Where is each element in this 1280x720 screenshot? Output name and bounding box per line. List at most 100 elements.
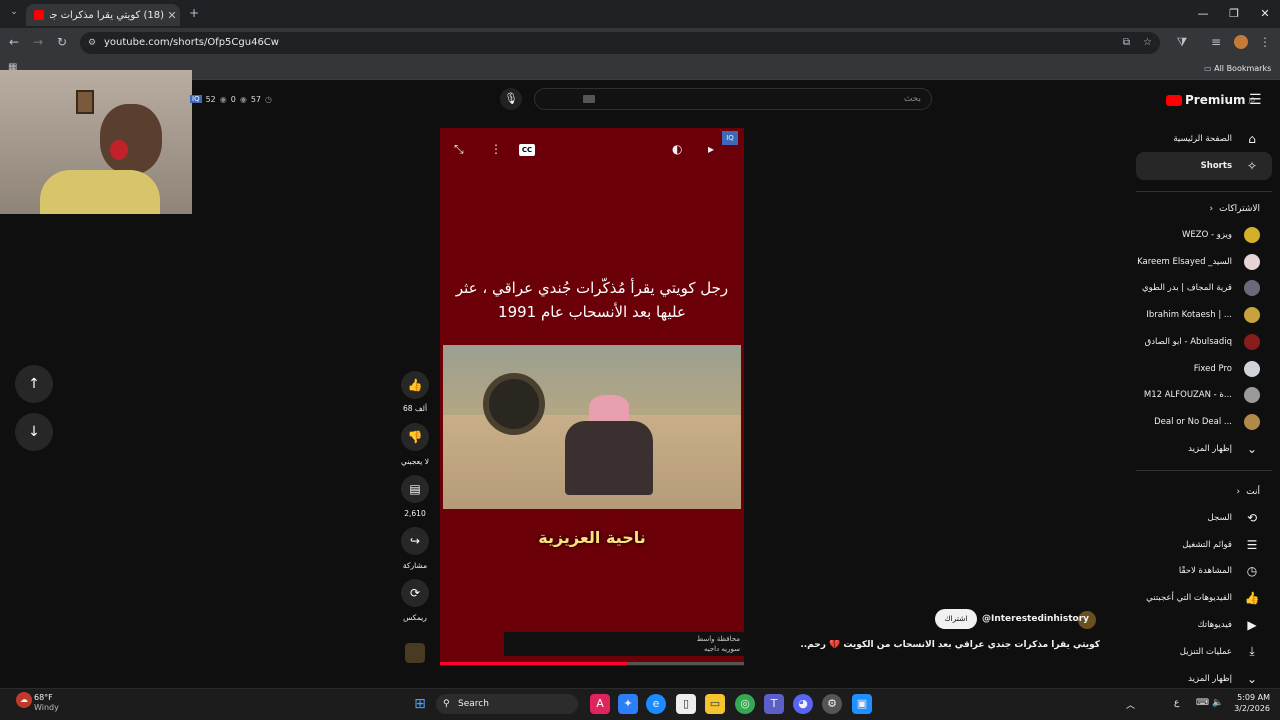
subscribe-button[interactable]: اشتراك (935, 609, 977, 629)
sidebar-item-home[interactable]: الصفحة الرئيسية ⌂ (1120, 126, 1260, 152)
truck-wheel (483, 373, 545, 435)
taskbar-search[interactable]: ⚲ Search (436, 694, 578, 714)
comments-button[interactable]: ▤ (401, 475, 429, 503)
app-a-icon[interactable]: A (590, 694, 610, 714)
extensions-icon[interactable]: ⧩ (1174, 35, 1190, 50)
you-header[interactable]: › أنت (1120, 479, 1260, 505)
tab-search-icon[interactable]: ⌄ (6, 7, 22, 17)
chrome-menu-icon[interactable]: ⋮ (1258, 35, 1272, 49)
keyboard-icon[interactable] (583, 95, 595, 103)
address-bar[interactable]: ⚙ youtube.com/shorts/Ofp5Cgu46Cw ⧉ ☆ (80, 32, 1160, 54)
arrow-up-icon: ↑ (28, 376, 40, 392)
network-icon[interactable]: ⌨ (1196, 698, 1209, 708)
sidebar-channel-item[interactable]: Ibrahim Kotaesh | ... (1120, 302, 1260, 328)
channel-avatar-icon (1244, 387, 1260, 404)
progress-track[interactable] (440, 662, 744, 665)
sidebar-you-item[interactable]: الفيديوهات التي أعجبتني 👍 (1120, 585, 1260, 611)
input-language[interactable]: ع (1174, 698, 1179, 708)
overlay-line2: سوريه داجيه (703, 645, 740, 653)
tab-title: (18) كويتي يقرأ مذكرات جندي عراقي (50, 9, 164, 21)
volume-tray-icon[interactable]: 🔈 (1212, 698, 1223, 708)
youtube-logo[interactable]: Premium JO (1166, 93, 1255, 107)
sidebar-you-item[interactable]: المشاهدة لاحقًا ◷ (1120, 558, 1260, 584)
home-icon: ⌂ (1248, 132, 1256, 146)
profile-avatar[interactable] (1234, 35, 1248, 49)
comment-count: 2,610 (404, 509, 426, 518)
maximize-icon[interactable]: ❐ (1219, 4, 1249, 24)
clock-date: 3/2/2026 (1234, 704, 1270, 713)
show-more-subscriptions[interactable]: إظهار المزيد ⌄ (1120, 436, 1260, 462)
sidebar-channel-item[interactable]: Deal or No Deal ... (1120, 409, 1260, 435)
download-icon: ⤓ (1249, 644, 1255, 658)
channel-handle[interactable]: @Interestedinhistory (982, 614, 1089, 624)
chevron-right-icon: › (1209, 204, 1214, 214)
playlist-icon: ☰ (1246, 537, 1258, 552)
teams-icon[interactable]: T (764, 694, 784, 714)
like-button[interactable]: 👍 (401, 371, 429, 399)
app-window-icon[interactable]: ▣ (852, 694, 872, 714)
you-item-label: السجل (1207, 513, 1232, 523)
sound-thumbnail[interactable] (405, 643, 425, 663)
youtube-favicon-icon (34, 10, 44, 20)
more-options-icon[interactable]: ⋮ (490, 142, 502, 156)
subscriptions-header[interactable]: › الاشتراكات (1120, 196, 1260, 222)
sidebar-channel-item[interactable]: ابو الصادق - Abulsadiq (1120, 329, 1260, 355)
sidebar-channel-item[interactable]: M12 ALFOUZAN - ة... (1120, 382, 1260, 408)
remix-button[interactable]: ⟳ (401, 579, 429, 607)
sidebar-channel-item[interactable]: WEZO - ويزو (1120, 222, 1260, 248)
windows-start-icon[interactable]: ⊞ (410, 694, 430, 714)
sidebar-you-item[interactable]: فيديوهاتك ▶ (1120, 612, 1260, 638)
forward-icon[interactable]: → (30, 35, 46, 49)
clock[interactable]: 5:09 AM 3/2/2026 (1226, 692, 1270, 714)
reading-list-icon[interactable]: ≡ (1208, 35, 1224, 49)
all-bookmarks-label: All Bookmarks (1214, 64, 1272, 73)
tray-chevron-icon[interactable]: ︿ (1126, 698, 1135, 711)
edge-icon[interactable]: e (646, 694, 666, 714)
dislike-button[interactable]: 👎 (401, 423, 429, 451)
chrome-icon[interactable]: ◎ (735, 694, 755, 714)
play-pause-icon[interactable]: ▸ (708, 142, 714, 156)
weather-widget[interactable]: 68°F Windy (34, 693, 59, 713)
sidebar-you-item[interactable]: قوائم التشغيل ☰ (1120, 532, 1260, 558)
channel-name: M12 ALFOUZAN - ة... (1143, 390, 1232, 401)
channel-avatar-icon (1244, 413, 1260, 430)
back-icon[interactable]: ← (6, 35, 22, 49)
sidebar-you-item[interactable]: عمليات التنزيل ⤓ (1120, 639, 1260, 665)
search-input[interactable]: بحث (534, 88, 932, 110)
man-body (565, 421, 653, 495)
sidebar-channel-item[interactable]: قرية المجاف | بدر الطوي (1120, 275, 1260, 301)
voice-search-icon[interactable]: 🎙 (500, 88, 522, 110)
discord-icon[interactable]: ◕ (793, 694, 813, 714)
minimize-icon[interactable]: — (1188, 4, 1218, 24)
settings-app-icon[interactable]: ⚙ (822, 694, 842, 714)
channel-name: WEZO - ويزو (1181, 230, 1232, 240)
iq-extension-icon[interactable]: IQ (722, 131, 738, 145)
sidebar-you-item[interactable]: السجل ⟲ (1120, 505, 1260, 531)
site-info-icon[interactable]: ⚙ (88, 32, 96, 54)
sidebar-item-shorts[interactable]: Shorts ✧ (1120, 153, 1260, 179)
volume-icon[interactable]: ◐ (672, 142, 682, 156)
copilot-icon[interactable]: ✦ (618, 694, 638, 714)
weather-icon[interactable]: ☁ (16, 692, 32, 708)
bookmark-star-icon[interactable]: ☆ (1143, 32, 1152, 54)
fullscreen-icon[interactable]: ⤡ (454, 142, 464, 157)
browser-tab[interactable]: (18) كويتي يقرأ مذكرات جندي عراقي ✕ (26, 4, 180, 26)
video-title[interactable]: كويتي يقرأ مذكرات جندي عراقي بعد الانسحا… (800, 640, 1100, 650)
install-app-icon[interactable]: ⧉ (1123, 32, 1130, 54)
previous-short-button[interactable]: ↑ (15, 365, 53, 403)
file-explorer-icon[interactable]: ▭ (705, 694, 725, 714)
hamburger-menu-icon[interactable]: ☰ (1249, 92, 1262, 108)
captions-icon[interactable]: CC (519, 144, 535, 156)
close-window-icon[interactable]: ✕ (1250, 4, 1280, 24)
next-short-button[interactable]: ↓ (15, 413, 53, 451)
notepad-icon[interactable]: ▯ (676, 694, 696, 714)
reload-icon[interactable]: ↻ (54, 35, 70, 49)
all-bookmarks-link[interactable]: ▭ All Bookmarks (1204, 64, 1271, 73)
close-tab-icon[interactable]: ✕ (164, 9, 180, 22)
sidebar-channel-item[interactable]: Kareem Elsayed _السيد (1120, 249, 1260, 275)
folder-icon: ▭ (1204, 64, 1212, 73)
share-button[interactable]: ↪ (401, 527, 429, 555)
sidebar-channel-item[interactable]: Fixed Pro (1120, 356, 1260, 382)
new-tab-icon[interactable]: + (186, 6, 202, 20)
iq-badge-icon: IQ (190, 95, 202, 103)
